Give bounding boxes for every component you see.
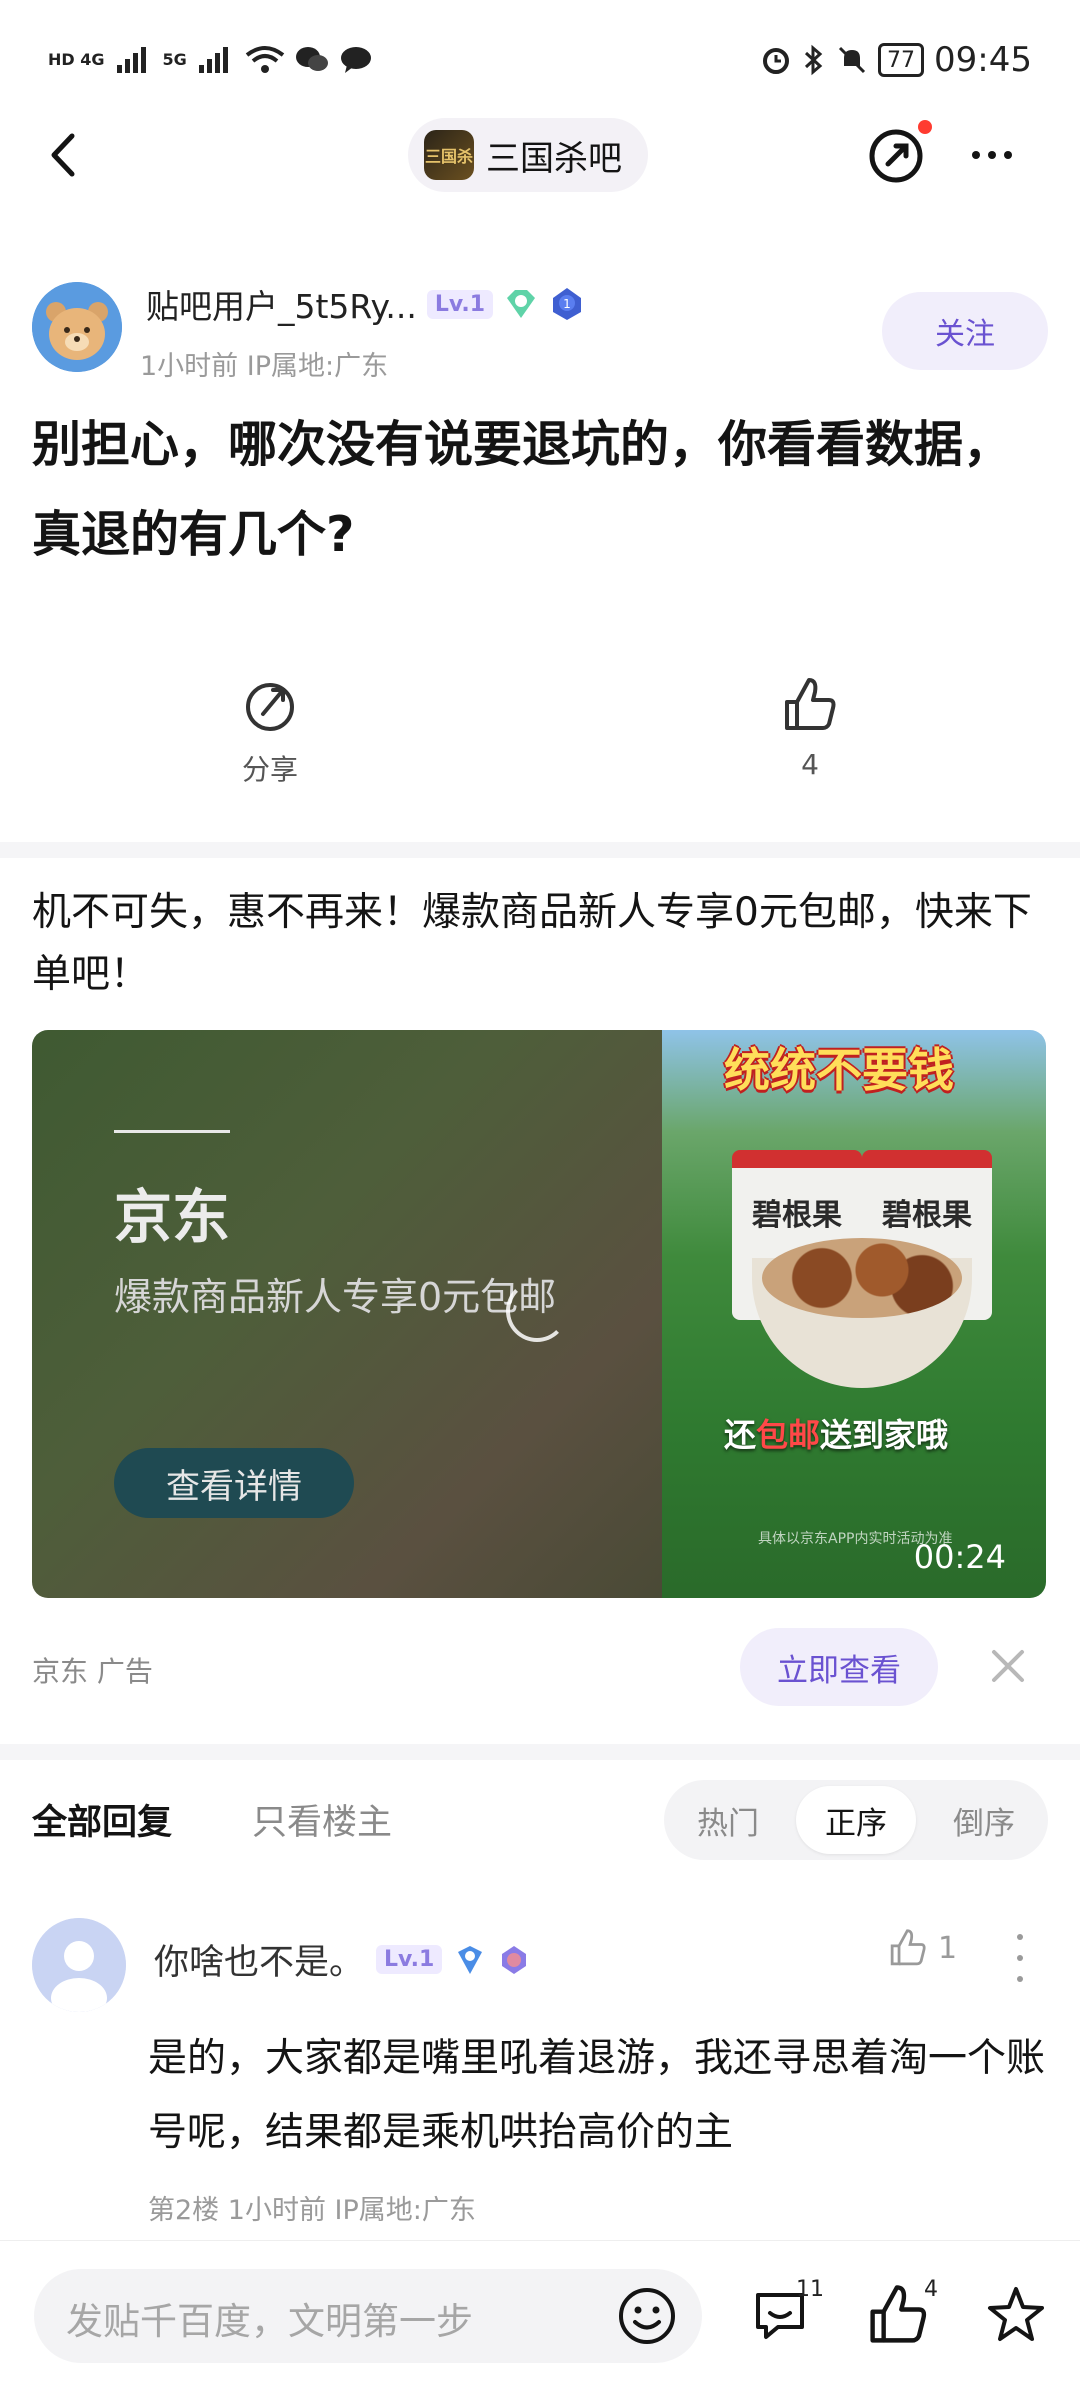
battery-indicator: 77 bbox=[878, 43, 925, 77]
like-action[interactable]: 4 bbox=[730, 676, 890, 781]
bluetooth-icon bbox=[804, 44, 823, 76]
tab-op-only[interactable]: 只看楼主 bbox=[252, 1794, 392, 1845]
notification-dot bbox=[918, 120, 932, 134]
bottom-bar: 发贴千百度，文明第一步 11 4 bbox=[0, 2240, 1080, 2388]
follow-button[interactable]: 关注 bbox=[882, 292, 1048, 370]
ad-card[interactable]: 京东 爆款商品新人专享0元包邮 查看详情 统统不要钱 碧根果 碧根果 还包邮送到… bbox=[32, 1030, 1046, 1598]
share-action[interactable]: 分享 bbox=[190, 676, 350, 788]
comment-like[interactable]: 1 bbox=[888, 1928, 957, 1968]
alarm-icon bbox=[763, 48, 790, 74]
wifi-icon bbox=[245, 46, 285, 73]
rank-badge-icon bbox=[502, 1945, 527, 1974]
loading-spinner-icon bbox=[506, 1280, 568, 1342]
video-duration: 00:24 bbox=[913, 1538, 1006, 1576]
network-5g-indicator: 5G bbox=[162, 50, 187, 69]
forum-name: 三国杀吧 bbox=[486, 138, 622, 179]
sort-ascending[interactable]: 正序 bbox=[796, 1786, 916, 1854]
share-icon bbox=[246, 683, 294, 731]
ad-video-panel: 京东 爆款商品新人专享0元包邮 查看详情 bbox=[32, 1030, 662, 1598]
clock: 09:45 bbox=[934, 40, 1032, 80]
ad-caption: 还包邮送到家哦 bbox=[724, 1416, 949, 1454]
emoji-icon[interactable] bbox=[616, 2285, 678, 2347]
edit-share-icon[interactable] bbox=[866, 126, 926, 186]
bottom-like-count: 4 bbox=[924, 2277, 938, 2302]
forum-pill[interactable]: 三国杀 三国杀吧 bbox=[408, 118, 648, 192]
ad-accent-line bbox=[114, 1130, 230, 1133]
sort-descending[interactable]: 倒序 bbox=[924, 1786, 1044, 1854]
comment-item: 你啥也不是。 Lv.1 1 是的，大家都是嘴里吼着退游，我还寻思着淘一个账号呢，… bbox=[32, 1914, 1048, 2226]
tab-all-replies[interactable]: 全部回复 bbox=[32, 1794, 172, 1845]
pecan-nuts bbox=[762, 1238, 962, 1318]
section-divider bbox=[0, 842, 1080, 858]
compose-input[interactable]: 发贴千百度，文明第一步 bbox=[34, 2269, 702, 2363]
message-icon bbox=[340, 47, 371, 73]
post-header: 贴吧用户_5t5Ry... Lv.1 1 1小时前 IP属地:广东 关注 bbox=[32, 278, 1048, 382]
thumbs-up-icon bbox=[890, 1929, 926, 1966]
sort-hot[interactable]: 热门 bbox=[668, 1786, 788, 1854]
sort-toggle: 热门 正序 倒序 bbox=[664, 1780, 1048, 1860]
ad-product-image: 统统不要钱 碧根果 碧根果 还包邮送到家哦 具体以京东APP内实时活动为准 00… bbox=[662, 1030, 1046, 1598]
author-avatar[interactable] bbox=[32, 282, 122, 372]
diamond-icon bbox=[507, 290, 536, 318]
signal-icon-2 bbox=[198, 47, 228, 73]
mute-icon bbox=[838, 46, 866, 74]
thumbs-up-icon[interactable] bbox=[866, 2283, 930, 2347]
post-actions: 分享 4 bbox=[0, 676, 1080, 806]
level-badge: Lv.1 bbox=[376, 1945, 443, 1974]
comment-body: 是的，大家都是嘴里吼着退游，我还寻思着淘一个账号呢，结果都是乘机哄抬高价的主 bbox=[148, 2036, 1046, 2155]
section-divider bbox=[0, 1744, 1080, 1760]
level-shield-icon bbox=[458, 1945, 483, 1974]
ad-brand: 京东 bbox=[114, 1183, 231, 1251]
forum-logo-icon: 三国杀 bbox=[424, 130, 474, 180]
ad-headline: 统统不要钱 bbox=[724, 1043, 954, 1097]
reply-tabs: 全部回复 只看楼主 热门 正序 倒序 bbox=[32, 1780, 1048, 1866]
ad-subtitle: 爆款商品新人专享0元包邮 bbox=[114, 1275, 557, 1319]
ad-source-label: 京东 广告 bbox=[32, 1655, 153, 1688]
more-menu-icon[interactable] bbox=[962, 130, 1022, 180]
status-bar: HD 4G 5G 77 09:45 bbox=[0, 0, 1080, 120]
ad-view-button[interactable]: 立即查看 bbox=[740, 1628, 938, 1706]
back-arrow-icon[interactable] bbox=[38, 128, 92, 182]
post-meta: 1小时前 IP属地:广东 bbox=[140, 351, 389, 382]
rank-badge-icon: 1 bbox=[553, 288, 582, 320]
compose-placeholder: 发贴千百度，文明第一步 bbox=[66, 2300, 473, 2343]
commenter-name[interactable]: 你啥也不是。 bbox=[154, 1934, 364, 1985]
comment-count: 11 bbox=[796, 2277, 824, 2302]
like-count: 4 bbox=[801, 748, 819, 781]
author-name[interactable]: 贴吧用户_5t5Ry... bbox=[146, 280, 417, 328]
svg-text:1: 1 bbox=[563, 297, 571, 311]
comment-meta: 第2楼 1小时前 IP属地:广东 bbox=[148, 2195, 476, 2226]
top-nav: 三国杀 三国杀吧 bbox=[0, 110, 1080, 200]
ad-description: 机不可失，惠不再来！爆款商品新人专享0元包邮，快来下单吧！ bbox=[32, 890, 1032, 997]
wechat-icon bbox=[295, 47, 328, 71]
star-favorite-icon[interactable] bbox=[984, 2283, 1048, 2347]
share-label: 分享 bbox=[241, 753, 298, 786]
signal-icon bbox=[116, 47, 146, 73]
comment-more-icon[interactable] bbox=[1010, 1934, 1030, 1982]
comment-like-count: 1 bbox=[938, 1930, 958, 1966]
commenter-avatar[interactable] bbox=[32, 1918, 126, 2012]
close-icon[interactable] bbox=[986, 1644, 1030, 1688]
thumbs-up-icon bbox=[785, 678, 836, 730]
network-indicator: HD 4G bbox=[48, 50, 105, 69]
post-title: 别担心，哪次没有说要退坑的，你看看数据，真退的有几个? bbox=[32, 416, 1013, 563]
level-badge: Lv.1 bbox=[426, 289, 494, 319]
ad-detail-button[interactable]: 查看详情 bbox=[114, 1448, 354, 1518]
